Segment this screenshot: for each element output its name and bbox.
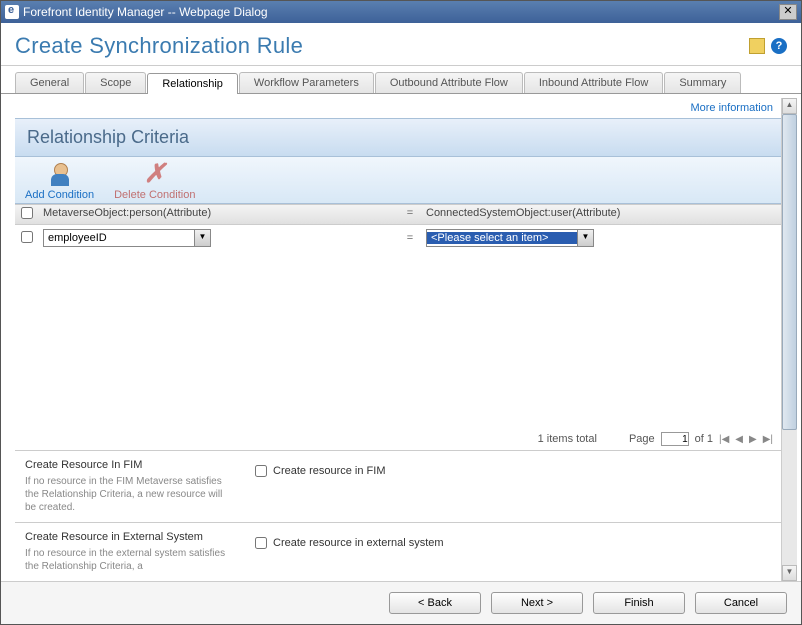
- criteria-toolbar: Add Condition ✗ Delete Condition: [15, 157, 781, 204]
- row-eq: =: [398, 230, 422, 246]
- pager-prev-icon[interactable]: ◀: [735, 434, 743, 445]
- add-condition-label: Add Condition: [25, 189, 94, 201]
- pager-total: 1 items total: [538, 433, 597, 445]
- ext-panel-title: Create Resource in External System: [25, 531, 235, 543]
- connected-attribute-value: <Please select an item>: [427, 232, 577, 244]
- tab-outbound-attribute-flow[interactable]: Outbound Attribute Flow: [375, 72, 523, 93]
- grid-header-left: MetaverseObject:person(Attribute): [39, 205, 398, 224]
- back-button[interactable]: < Back: [389, 592, 481, 614]
- ie-icon: [5, 5, 19, 19]
- scroll-down-icon[interactable]: ▼: [782, 565, 797, 581]
- dropdown-arrow-icon: ▼: [194, 230, 210, 246]
- create-resource-external-checkbox[interactable]: [255, 537, 267, 549]
- grid-header-eq: =: [398, 205, 422, 224]
- scroll-up-icon[interactable]: ▲: [782, 98, 797, 114]
- add-condition-icon: [46, 161, 74, 187]
- delete-condition-label: Delete Condition: [114, 189, 195, 201]
- content-area: More information Relationship Criteria A…: [15, 98, 781, 581]
- help-icon[interactable]: ?: [771, 38, 787, 54]
- more-information-link[interactable]: More information: [690, 102, 773, 114]
- criteria-empty-area: [15, 251, 781, 428]
- metaverse-attribute-value: employeeID: [44, 232, 194, 244]
- fim-panel-title: Create Resource In FIM: [25, 459, 235, 471]
- pager: 1 items total Page of 1 |◀ ◀ ▶ ▶|: [15, 428, 781, 450]
- connected-attribute-dropdown[interactable]: <Please select an item> ▼: [426, 229, 594, 247]
- criteria-grid-header: MetaverseObject:person(Attribute) = Conn…: [15, 204, 781, 225]
- page-header: Create Synchronization Rule ?: [1, 23, 801, 66]
- fim-panel-description: If no resource in the FIM Metaverse sati…: [25, 475, 235, 514]
- scroll-thumb[interactable]: [782, 114, 797, 430]
- grid-header-right: ConnectedSystemObject:user(Attribute): [422, 205, 781, 224]
- metaverse-attribute-dropdown[interactable]: employeeID ▼: [43, 229, 211, 247]
- pager-next-icon[interactable]: ▶: [749, 434, 757, 445]
- add-condition-button[interactable]: Add Condition: [25, 161, 94, 201]
- tab-workflow-parameters[interactable]: Workflow Parameters: [239, 72, 374, 93]
- ext-panel-description: If no resource in the external system sa…: [25, 547, 235, 573]
- create-resource-external-panel: Create Resource in External System If no…: [15, 522, 781, 581]
- pager-of-label: of 1: [695, 433, 713, 445]
- criteria-row: employeeID ▼ = <Please select an item> ▼: [15, 225, 781, 251]
- pager-last-icon[interactable]: ▶|: [763, 434, 773, 445]
- create-resource-fim-panel: Create Resource In FIM If no resource in…: [15, 450, 781, 522]
- next-button[interactable]: Next >: [491, 592, 583, 614]
- pager-page-label: Page: [629, 433, 655, 445]
- section-title: Relationship Criteria: [15, 118, 781, 157]
- tab-strip: General Scope Relationship Workflow Para…: [1, 72, 801, 94]
- vertical-scrollbar[interactable]: ▲ ▼: [781, 98, 797, 581]
- pager-page-input[interactable]: [661, 432, 689, 446]
- tab-relationship[interactable]: Relationship: [147, 73, 238, 94]
- dialog-window: Forefront Identity Manager -- Webpage Di…: [0, 0, 802, 625]
- window-title: Forefront Identity Manager -- Webpage Di…: [23, 5, 779, 19]
- tab-general[interactable]: General: [15, 72, 84, 93]
- create-resource-external-label: Create resource in external system: [273, 537, 444, 549]
- scroll-track[interactable]: [782, 114, 797, 565]
- dropdown-arrow-icon: ▼: [577, 230, 593, 246]
- page-title: Create Synchronization Rule: [15, 33, 749, 59]
- titlebar[interactable]: Forefront Identity Manager -- Webpage Di…: [1, 1, 801, 23]
- select-all-checkbox[interactable]: [21, 207, 33, 219]
- cancel-button[interactable]: Cancel: [695, 592, 787, 614]
- tab-summary[interactable]: Summary: [664, 72, 741, 93]
- close-button[interactable]: ✕: [779, 4, 797, 20]
- delete-condition-icon: ✗: [141, 161, 169, 187]
- delete-condition-button[interactable]: ✗ Delete Condition: [114, 161, 195, 201]
- new-item-icon[interactable]: [749, 38, 765, 54]
- finish-button[interactable]: Finish: [593, 592, 685, 614]
- wizard-footer: < Back Next > Finish Cancel: [1, 581, 801, 624]
- create-resource-fim-checkbox[interactable]: [255, 465, 267, 477]
- row-checkbox[interactable]: [21, 231, 33, 243]
- pager-first-icon[interactable]: |◀: [719, 434, 729, 445]
- create-resource-fim-label: Create resource in FIM: [273, 465, 385, 477]
- tab-scope[interactable]: Scope: [85, 72, 146, 93]
- tab-inbound-attribute-flow[interactable]: Inbound Attribute Flow: [524, 72, 663, 93]
